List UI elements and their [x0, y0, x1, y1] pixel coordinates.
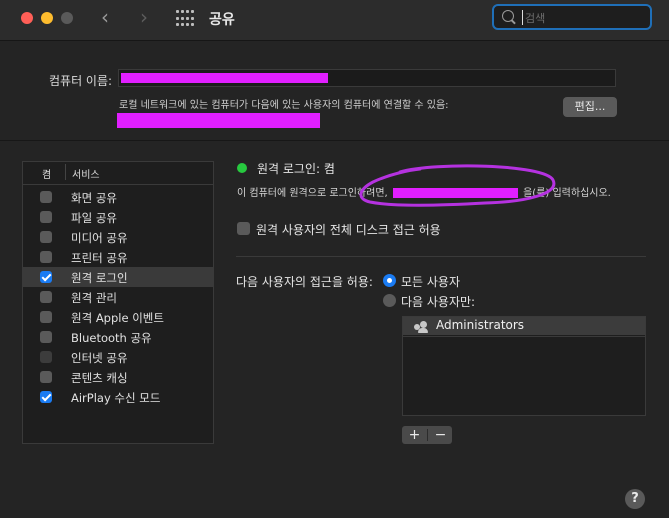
add-remove-control: + − [402, 426, 452, 444]
redacted-local-hostname [117, 113, 320, 128]
service-label: 인터넷 공유 [71, 351, 128, 365]
service-checkbox[interactable] [40, 271, 52, 283]
service-row-content-caching[interactable]: 콘텐츠 캐싱 [23, 367, 213, 387]
detail-divider [236, 256, 646, 257]
close-window-button[interactable] [21, 12, 33, 24]
users-list-item-label: Administrators [436, 318, 525, 332]
service-checkbox[interactable] [40, 291, 52, 303]
computer-name-label: 컴퓨터 이름: [49, 74, 113, 88]
service-checkbox[interactable] [40, 211, 52, 223]
service-checkbox[interactable] [40, 311, 52, 323]
status-indicator [237, 163, 247, 173]
redacted-computer-name [121, 73, 328, 83]
group-users-icon [413, 320, 428, 333]
header-separator [65, 164, 66, 180]
service-label: AirPlay 수신 모드 [71, 391, 161, 405]
service-row-internet-sharing[interactable]: 인터넷 공유 [23, 347, 213, 367]
text-caret [522, 10, 523, 25]
add-user-button[interactable]: + [402, 426, 427, 444]
radio-only-users-label: 다음 사용자만: [401, 295, 476, 309]
zoom-window-button[interactable] [61, 12, 73, 24]
search-field[interactable]: 검색 [492, 4, 652, 30]
service-label: 화면 공유 [71, 191, 117, 205]
radio-all-users[interactable] [383, 274, 396, 287]
service-row-printer-sharing[interactable]: 프린터 공유 [23, 247, 213, 267]
service-row-remote-login[interactable]: 원격 로그인 [23, 267, 213, 287]
computer-name-field[interactable] [118, 69, 616, 87]
service-row-screen-sharing[interactable]: 화면 공유 [23, 187, 213, 207]
header-on: 켬 [42, 170, 52, 181]
service-row-remote-apple-events[interactable]: 원격 Apple 이벤트 [23, 307, 213, 327]
forward-arrow-icon[interactable]: › [140, 7, 148, 27]
allow-access-label: 다음 사용자의 접근을 허용: [236, 275, 373, 289]
radio-only-users[interactable] [383, 294, 396, 307]
service-checkbox[interactable] [40, 391, 52, 403]
service-label: 원격 관리 [71, 291, 117, 305]
remote-login-status: 원격 로그인: 켬 [257, 162, 335, 176]
service-label: 미디어 공유 [71, 231, 128, 245]
local-network-info: 로컬 네트워크에 있는 컴퓨터가 다음에 있는 사용자의 컴퓨터에 연결할 수 … [119, 100, 449, 111]
radio-all-users-label: 모든 사용자 [401, 275, 461, 289]
service-label: 콘텐츠 캐싱 [71, 371, 128, 385]
minimize-window-button[interactable] [41, 12, 53, 24]
help-button[interactable]: ? [625, 489, 645, 509]
edit-button[interactable]: 편집... [563, 97, 617, 117]
service-label: 파일 공유 [71, 211, 117, 225]
service-label: 프린터 공유 [71, 251, 128, 265]
users-list-item[interactable]: Administrators [403, 317, 645, 335]
service-label: Bluetooth 공유 [71, 331, 152, 345]
header-service: 서비스 [72, 170, 100, 181]
service-label: 원격 로그인 [71, 271, 128, 285]
window-title: 공유 [209, 12, 235, 28]
section-divider [0, 140, 669, 141]
remove-user-button[interactable]: − [428, 426, 453, 444]
service-checkbox[interactable] [40, 351, 52, 363]
service-checkbox[interactable] [40, 331, 52, 343]
service-label: 원격 Apple 이벤트 [71, 311, 164, 325]
service-checkbox[interactable] [40, 251, 52, 263]
service-checkbox[interactable] [40, 371, 52, 383]
annotation-circle [359, 164, 556, 207]
users-list-rule [403, 336, 645, 337]
back-arrow-icon[interactable]: ‹ [101, 7, 109, 27]
service-row-bluetooth-sharing[interactable]: Bluetooth 공유 [23, 327, 213, 347]
service-row-media-sharing[interactable]: 미디어 공유 [23, 227, 213, 247]
service-row-airplay-receiver[interactable]: AirPlay 수신 모드 [23, 387, 213, 407]
header-rule [23, 184, 213, 185]
full-disk-access-label: 원격 사용자의 전체 디스크 접근 허용 [256, 223, 441, 237]
service-checkbox[interactable] [40, 231, 52, 243]
service-checkbox[interactable] [40, 191, 52, 203]
full-disk-access-checkbox[interactable] [237, 222, 250, 235]
service-row-file-sharing[interactable]: 파일 공유 [23, 207, 213, 227]
search-icon [502, 10, 514, 22]
show-all-grid-icon[interactable] [176, 10, 194, 28]
search-placeholder: 검색 [525, 12, 546, 25]
service-row-remote-management[interactable]: 원격 관리 [23, 287, 213, 307]
